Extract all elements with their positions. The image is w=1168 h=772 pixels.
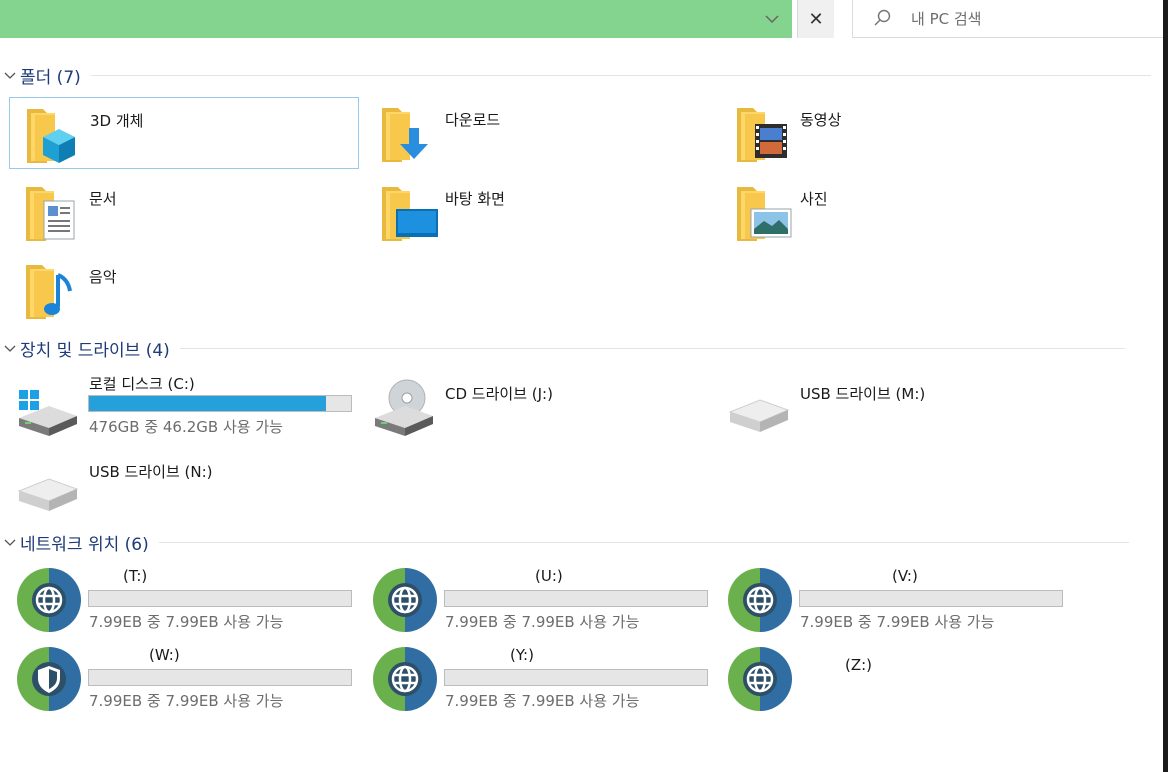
address-bar[interactable] (0, 0, 792, 38)
local-disk-icon (19, 390, 77, 436)
section-divider (158, 541, 1129, 543)
network-item-t[interactable]: (T:) 7.99EB 중 7.99EB 사용 가능 (9, 562, 359, 638)
usage-bar (799, 590, 1063, 607)
3d-objects-icon (27, 109, 75, 163)
cd-drive-icon (375, 379, 433, 436)
clear-address-button[interactable]: ✕ (797, 0, 834, 38)
drive-item-c[interactable]: 로컬 디스크 (C:) 476GB 중 46.2GB 사용 가능 (9, 368, 359, 440)
network-item-w[interactable]: (W:) 7.99EB 중 7.99EB 사용 가능 (9, 641, 359, 717)
folder-label: 사진 (800, 190, 828, 208)
drive-label: (W:) (149, 646, 180, 664)
chevron-down-icon (4, 72, 16, 79)
usb-drive-icon (17, 478, 79, 511)
section-header-network[interactable]: 네트워크 위치 (6) (0, 530, 1129, 555)
free-space-text: 7.99EB 중 7.99EB 사용 가능 (445, 613, 640, 631)
folder-label: 3D 개체 (90, 112, 144, 130)
downloads-icon (382, 108, 428, 162)
close-icon: ✕ (808, 8, 824, 30)
folder-label: 문서 (89, 190, 117, 208)
usage-bar (444, 669, 708, 686)
network-globe-icon (728, 568, 792, 632)
music-icon (26, 265, 72, 319)
free-space-text: 7.99EB 중 7.99EB 사용 가능 (89, 613, 284, 631)
search-placeholder: 내 PC 검색 (911, 10, 982, 28)
videos-icon (737, 108, 787, 162)
folder-item-pictures[interactable]: 사진 (720, 176, 1070, 248)
section-title: 폴더 (7) (20, 67, 81, 88)
usage-bar-fill (89, 396, 326, 411)
section-header-folders[interactable]: 폴더 (7) (0, 63, 1151, 88)
section-divider (90, 74, 1151, 76)
section-title: 네트워크 위치 (6) (20, 534, 149, 555)
documents-icon (26, 187, 75, 241)
network-item-z[interactable]: (Z:) (720, 641, 1070, 717)
usage-bar (444, 590, 708, 607)
folder-item-3d-objects[interactable]: 3D 개체 (9, 97, 359, 169)
folder-label: 음악 (89, 268, 117, 286)
network-globe-icon (373, 647, 437, 711)
drive-item-m[interactable]: USB 드라이브 (M:) (720, 368, 1070, 440)
search-box[interactable]: 내 PC 검색 (852, 0, 1164, 38)
free-space-text: 476GB 중 46.2GB 사용 가능 (89, 418, 283, 436)
usage-bar (88, 669, 352, 686)
folder-item-desktop[interactable]: 바탕 화면 (365, 176, 715, 248)
section-header-devices[interactable]: 장치 및 드라이브 (4) (0, 336, 1125, 361)
search-icon (874, 9, 891, 26)
drive-item-n[interactable]: USB 드라이브 (N:) (9, 447, 359, 519)
drive-item-j[interactable]: CD 드라이브 (J:) (365, 368, 715, 440)
free-space-text: 7.99EB 중 7.99EB 사용 가능 (445, 692, 640, 710)
drive-label: (Y:) (510, 646, 534, 664)
folder-item-downloads[interactable]: 다운로드 (365, 97, 715, 169)
network-globe-icon (17, 568, 81, 632)
folder-item-videos[interactable]: 동영상 (720, 97, 1070, 169)
network-item-v[interactable]: (V:) 7.99EB 중 7.99EB 사용 가능 (720, 562, 1070, 638)
network-globe-icon (728, 647, 792, 711)
usage-bar (88, 590, 352, 607)
drive-label: (V:) (892, 567, 918, 585)
section-divider (179, 347, 1125, 349)
chevron-down-icon (4, 345, 16, 352)
free-space-text: 7.99EB 중 7.99EB 사용 가능 (800, 613, 995, 631)
drive-label: 로컬 디스크 (C:) (89, 375, 195, 393)
window-edge (1163, 0, 1168, 772)
free-space-text: 7.99EB 중 7.99EB 사용 가능 (89, 692, 284, 710)
address-history-dropdown[interactable] (752, 0, 792, 38)
chevron-down-icon (765, 15, 779, 24)
network-item-u[interactable]: (U:) 7.99EB 중 7.99EB 사용 가능 (365, 562, 715, 638)
section-title: 장치 및 드라이브 (4) (20, 340, 170, 361)
desktop-icon (382, 187, 438, 241)
folder-label: 동영상 (800, 111, 842, 129)
drive-label: USB 드라이브 (N:) (89, 463, 213, 481)
network-globe-icon (373, 568, 437, 632)
network-item-y[interactable]: (Y:) 7.99EB 중 7.99EB 사용 가능 (365, 641, 715, 717)
drive-label: (U:) (535, 567, 563, 585)
drive-label: (T:) (123, 567, 148, 585)
folder-label: 바탕 화면 (445, 190, 505, 208)
folder-item-music[interactable]: 음악 (9, 254, 359, 326)
pictures-icon (737, 187, 792, 241)
usb-drive-icon (728, 399, 790, 432)
folder-item-documents[interactable]: 문서 (9, 176, 359, 248)
folder-label: 다운로드 (445, 111, 501, 129)
usage-bar (88, 395, 352, 412)
chevron-down-icon (4, 539, 16, 546)
drive-label: CD 드라이브 (J:) (445, 385, 553, 403)
drive-label: (Z:) (845, 656, 873, 674)
network-shield-icon (17, 647, 81, 711)
drive-label: USB 드라이브 (M:) (800, 385, 926, 403)
